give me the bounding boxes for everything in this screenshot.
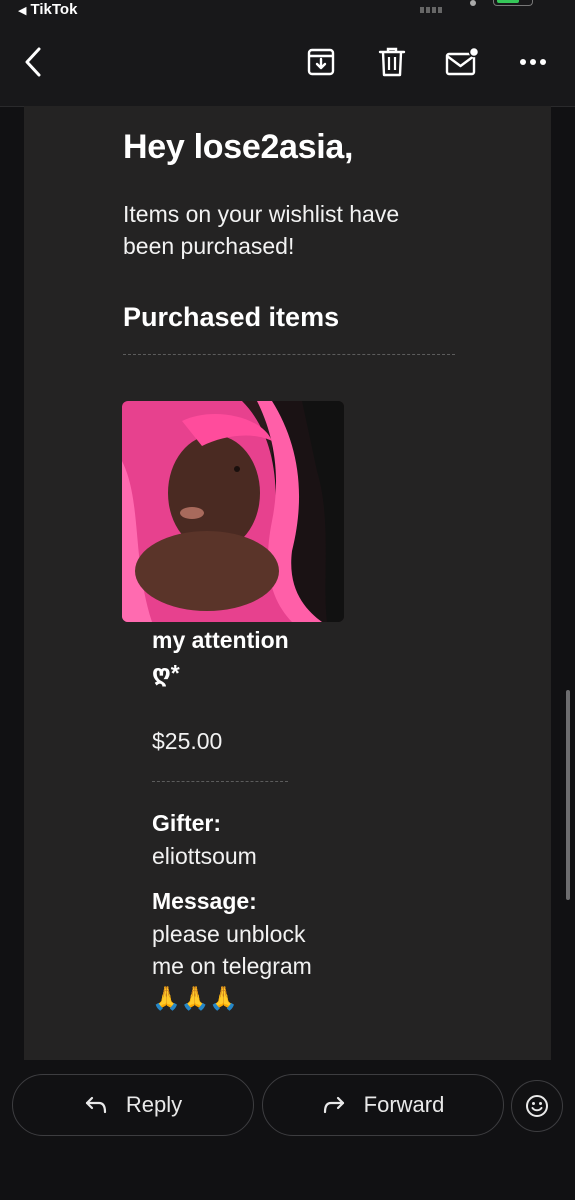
greeting-heading: Hey lose2asia,: [123, 128, 354, 166]
forward-button[interactable]: Forward: [262, 1074, 504, 1136]
email-body: Hey lose2asia, Items on your wishlist ha…: [24, 106, 551, 1060]
divider: [152, 781, 288, 782]
emoji-reaction-button[interactable]: [511, 1080, 563, 1132]
wifi-icon: [470, 0, 476, 6]
item-price: $25.00: [152, 728, 223, 754]
reply-arrow-icon: [85, 1096, 106, 1114]
item-photo[interactable]: [122, 401, 344, 622]
more-icon[interactable]: [513, 42, 553, 82]
gift-message: please unblock me on telegram 🙏🙏🙏: [152, 921, 312, 1011]
message-label: Message:: [152, 888, 257, 914]
signal-icon: [420, 0, 452, 13]
back-to-app-link[interactable]: ◀ TikTok: [18, 1, 77, 18]
gifter-label: Gifter:: [152, 810, 221, 836]
reply-button[interactable]: Reply: [12, 1074, 254, 1136]
smiley-icon: [526, 1095, 548, 1117]
reply-label: Reply: [125, 1092, 183, 1117]
back-app-label: TikTok: [30, 1, 78, 18]
reply-bar: Reply Forward: [0, 1060, 575, 1200]
trash-icon[interactable]: [372, 42, 412, 82]
scrollbar-thumb[interactable]: [566, 690, 570, 900]
forward-label: Forward: [363, 1092, 445, 1117]
status-bar: ◀ TikTok: [0, 0, 575, 22]
mark-unread-icon[interactable]: [442, 42, 482, 82]
back-chevron-icon[interactable]: [13, 42, 53, 82]
divider: [123, 354, 455, 355]
back-triangle-icon: ◀: [18, 5, 27, 17]
intro-text: Items on your wishlist have been purchas…: [123, 201, 400, 259]
email-toolbar: [0, 22, 575, 107]
purchased-items-heading: Purchased items: [123, 302, 340, 332]
gifter-name: eliottsoum: [152, 843, 257, 869]
archive-icon[interactable]: [301, 42, 341, 82]
item-name[interactable]: my attention ღ*: [152, 624, 302, 690]
battery-icon: [493, 0, 533, 6]
forward-arrow-icon: [323, 1096, 344, 1114]
